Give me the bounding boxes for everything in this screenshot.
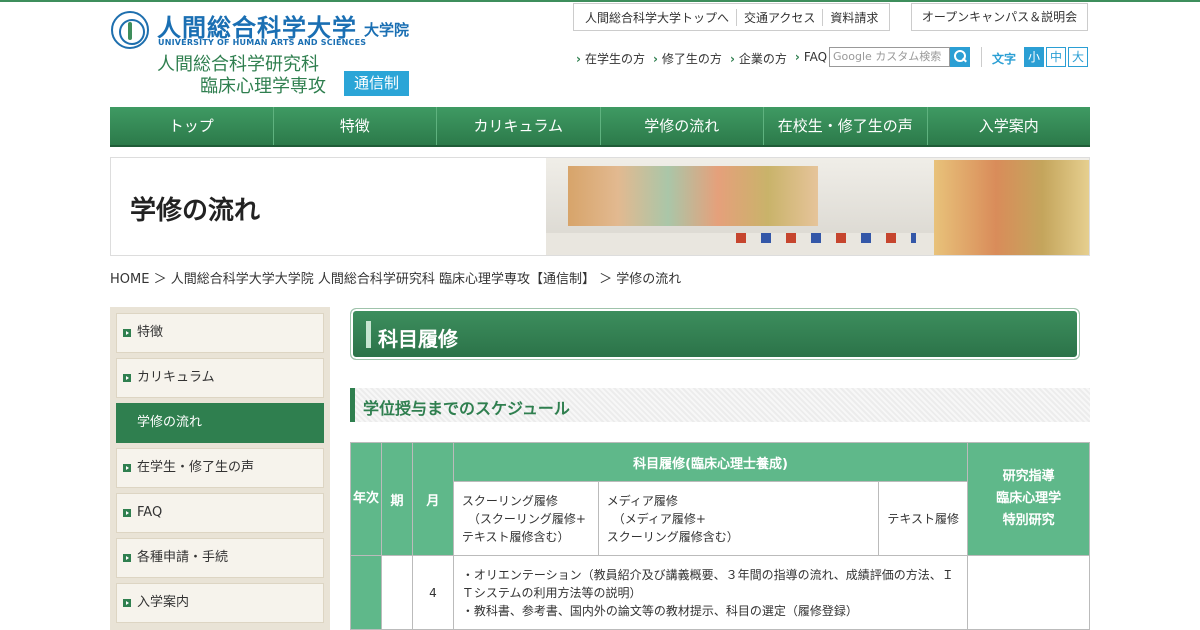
schooling-header: スクーリング履修 （スクーリング履修+ テキスト履修含む） xyxy=(452,481,599,556)
subsection-header-bar xyxy=(350,388,355,422)
university-top-link[interactable]: 人間総合科学大学トップへ xyxy=(578,8,738,26)
lounge-chairs xyxy=(736,233,916,243)
font-size-small-button[interactable]: 小 xyxy=(1024,47,1044,67)
search-input[interactable]: Google カスタム検索 xyxy=(829,47,950,67)
course-header: 科目履修(臨床心理士養成) xyxy=(452,442,969,482)
search-icon[interactable] xyxy=(950,47,970,67)
schedule-table: 年次 期 月 科目履修(臨床心理士養成) 研究指導 臨床心理学 特別研究 スクー… xyxy=(350,442,1090,630)
correspondence-badge: 通信制 xyxy=(344,71,409,96)
nav-features[interactable]: 特徴 xyxy=(274,107,437,145)
global-nav: トップ 特徴 カリキュラム 学修の流れ 在校生・修了生の声 入学案内 xyxy=(110,107,1090,147)
audience-links: 在学生の方 修了生の方 企業の方 FAQ xyxy=(576,50,827,67)
research-cell xyxy=(967,555,1090,630)
hero-image xyxy=(546,158,1089,255)
sidebar-item-applications[interactable]: 各種申請・手続 xyxy=(116,538,324,578)
orientation-content: ・オリエンテーション（教員紹介及び講義概要、３年間の指導の流れ、成績評価の方法、… xyxy=(452,555,969,630)
subsection-title: 学位授与までのスケジュール xyxy=(363,399,570,418)
header-divider xyxy=(981,47,982,67)
term-cell xyxy=(380,555,413,630)
month-cell: 4 xyxy=(411,555,454,630)
sidebar-item-curriculum[interactable]: カリキュラム xyxy=(116,358,324,398)
breadcrumb[interactable]: HOME ＞ 人間総合科学大学大学院 人間総合科学研究科 臨床心理学専攻【通信制… xyxy=(110,268,681,287)
nav-study-flow[interactable]: 学修の流れ xyxy=(601,107,764,145)
text-header: テキスト履修 xyxy=(878,481,969,556)
section-title: 科目履修 xyxy=(378,327,458,351)
section-header xyxy=(350,308,1080,360)
media-header: メディア履修 （メディア履修+ スクーリング履修含む） xyxy=(597,481,880,556)
graduates-link[interactable]: 修了生の方 xyxy=(653,50,722,67)
research-header: 研究指導 臨床心理学 特別研究 xyxy=(967,442,1090,556)
open-campus-link[interactable]: オープンキャンパス＆説明会 xyxy=(911,3,1088,31)
year-header: 年次 xyxy=(350,442,382,556)
side-painting xyxy=(934,160,1089,255)
sidebar-item-admissions[interactable]: 入学案内 xyxy=(116,583,324,623)
access-link[interactable]: 交通アクセス xyxy=(737,8,824,26)
year-cell xyxy=(350,555,382,630)
section-header-bar xyxy=(366,321,371,348)
mural-painting xyxy=(568,166,818,226)
major-name: 臨床心理学専攻 xyxy=(200,76,326,97)
nav-voices[interactable]: 在校生・修了生の声 xyxy=(764,107,928,145)
sidebar-item-voices[interactable]: 在学生・修了生の声 xyxy=(116,448,324,488)
nav-curriculum[interactable]: カリキュラム xyxy=(437,107,601,145)
top-accent-line xyxy=(0,0,1200,2)
sidebar-item-features[interactable]: 特徴 xyxy=(116,313,324,353)
page-title: 学修の流れ xyxy=(130,196,261,226)
nav-admissions[interactable]: 入学案内 xyxy=(928,107,1091,145)
companies-link[interactable]: 企業の方 xyxy=(730,50,787,67)
university-emblem-icon[interactable] xyxy=(111,11,149,49)
font-size-label: 文字 xyxy=(992,52,1017,66)
sidebar-item-study-flow[interactable]: 学修の流れ xyxy=(116,403,324,443)
sidebar-item-faq[interactable]: FAQ xyxy=(116,493,324,533)
request-materials-link[interactable]: 資料請求 xyxy=(823,9,885,26)
university-english-name: UNIVERSITY OF HUMAN ARTS AND SCIENCES xyxy=(158,38,367,47)
current-students-link[interactable]: 在学生の方 xyxy=(576,50,645,67)
font-size-medium-button[interactable]: 中 xyxy=(1046,47,1066,67)
nav-top[interactable]: トップ xyxy=(110,107,274,145)
font-size-large-button[interactable]: 大 xyxy=(1068,47,1088,67)
faq-link[interactable]: FAQ xyxy=(795,50,827,67)
term-header: 期 xyxy=(380,442,413,556)
month-header: 月 xyxy=(411,442,454,556)
graduate-school-label: 大学院 xyxy=(364,21,410,39)
header-links: 人間総合科学大学トップへ 交通アクセス 資料請求 xyxy=(573,3,891,31)
